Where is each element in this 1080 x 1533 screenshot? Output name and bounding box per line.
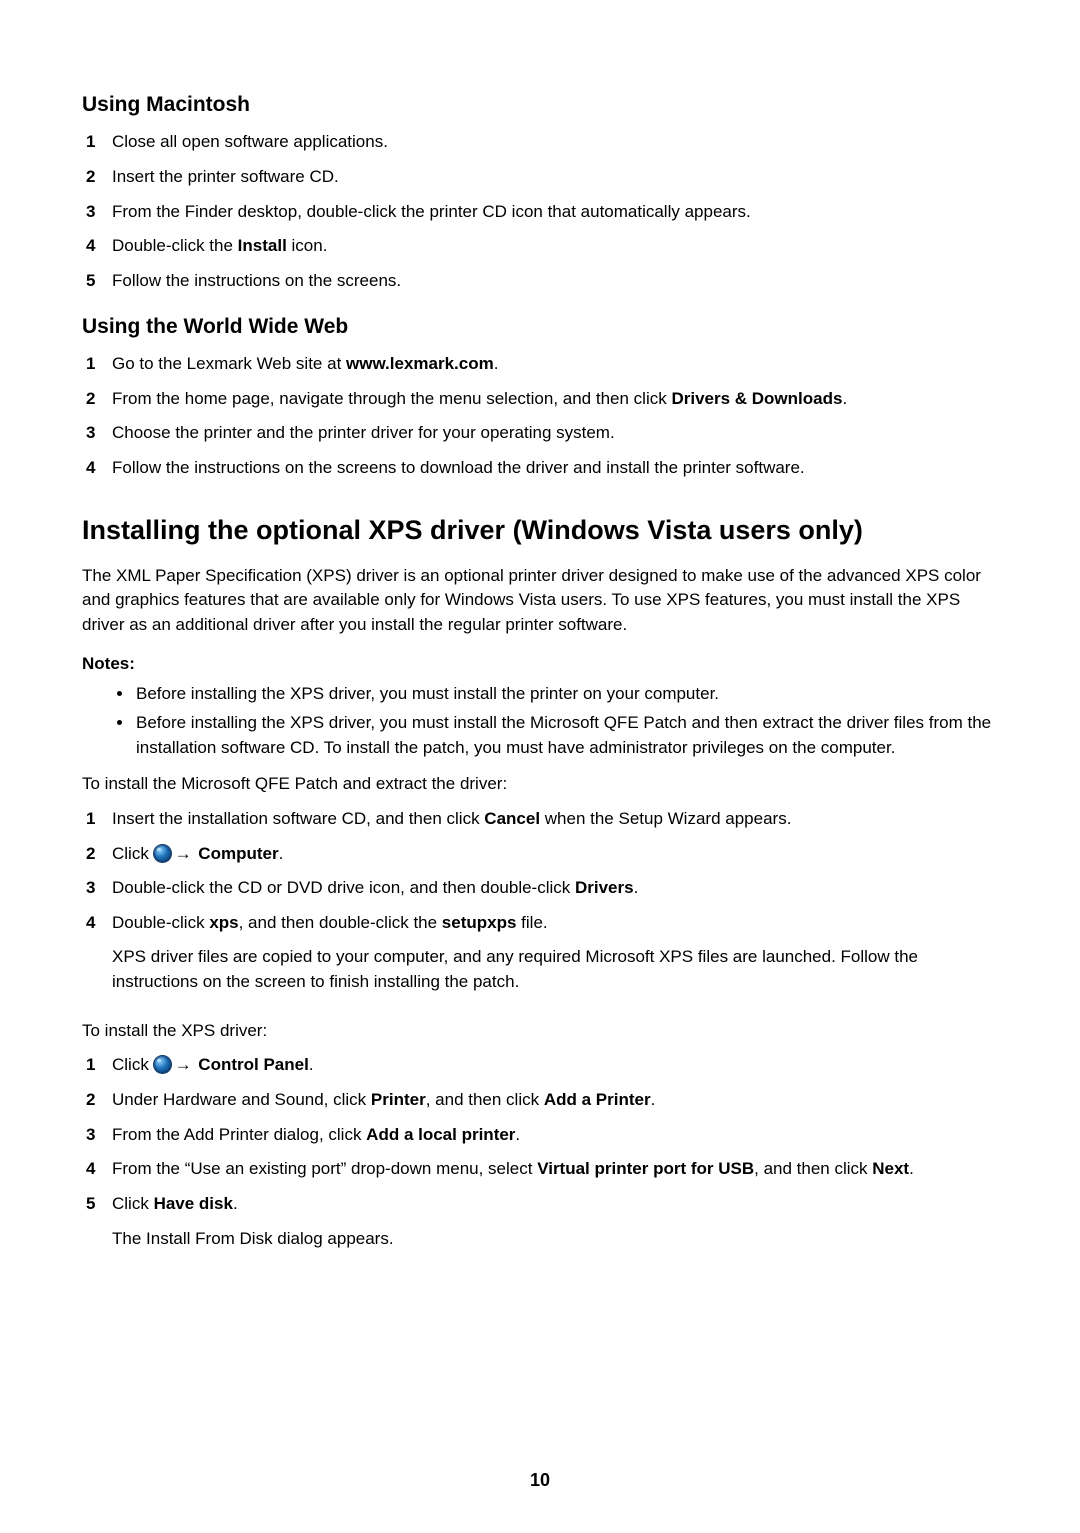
steps-qfe: 1 Insert the installation software CD, a… <box>82 807 998 1001</box>
note-item: Before installing the XPS driver, you mu… <box>134 682 998 707</box>
xps-intro: The XML Paper Specification (XPS) driver… <box>82 564 998 638</box>
step-number: 3 <box>82 200 112 225</box>
step-number: 5 <box>82 1192 112 1217</box>
steps-www: 1 Go to the Lexmark Web site at www.lexm… <box>82 352 998 481</box>
note-item: Before installing the XPS driver, you mu… <box>134 711 998 760</box>
step-number: 4 <box>82 911 112 936</box>
step-number: 2 <box>82 165 112 190</box>
step-text: Insert the printer software CD. <box>112 165 998 190</box>
step-text: From the Finder desktop, double-click th… <box>112 200 998 225</box>
step-text: From the home page, navigate through the… <box>112 387 998 412</box>
step-text: Close all open software applications. <box>112 130 998 155</box>
windows-start-icon <box>154 845 171 862</box>
arrow-icon: → <box>171 844 194 863</box>
step-text: Click Have disk. The Install From Disk d… <box>112 1192 998 1257</box>
step-number: 4 <box>82 456 112 481</box>
step-number: 1 <box>82 130 112 155</box>
step-text: Insert the installation software CD, and… <box>112 807 998 832</box>
step-text: Under Hardware and Sound, click Printer,… <box>112 1088 998 1113</box>
heading-using-www: Using the World Wide Web <box>82 312 998 342</box>
step-number: 1 <box>82 807 112 832</box>
heading-xps: Installing the optional XPS driver (Wind… <box>82 511 998 550</box>
step-text: Click → Computer. <box>112 842 998 867</box>
steps-macintosh: 1 Close all open software applications. … <box>82 130 998 293</box>
windows-start-icon <box>154 1056 171 1073</box>
step-number: 3 <box>82 876 112 901</box>
step-number: 5 <box>82 269 112 294</box>
notes-label: Notes: <box>82 652 998 677</box>
qfe-intro: To install the Microsoft QFE Patch and e… <box>82 772 998 797</box>
step-text: Follow the instructions on the screens t… <box>112 456 998 481</box>
step-number: 1 <box>82 352 112 377</box>
step-number: 2 <box>82 1088 112 1113</box>
arrow-icon: → <box>171 1055 194 1074</box>
step-text: From the “Use an existing port” drop-dow… <box>112 1157 998 1182</box>
step-number: 2 <box>82 387 112 412</box>
steps-driver: 1 Click → Control Panel. 2 Under Hardwar… <box>82 1053 998 1257</box>
step-text: Double-click the CD or DVD drive icon, a… <box>112 876 998 901</box>
driver-intro: To install the XPS driver: <box>82 1019 998 1044</box>
step-number: 2 <box>82 842 112 867</box>
step-text: From the Add Printer dialog, click Add a… <box>112 1123 998 1148</box>
step-text: Click → Control Panel. <box>112 1053 998 1078</box>
step-text: Follow the instructions on the screens. <box>112 269 998 294</box>
step-number: 3 <box>82 1123 112 1148</box>
step-number: 4 <box>82 1157 112 1182</box>
step-text: Double-click xps, and then double-click … <box>112 911 998 1001</box>
heading-using-macintosh: Using Macintosh <box>82 90 998 120</box>
step-text: Go to the Lexmark Web site at www.lexmar… <box>112 352 998 377</box>
step-text: Choose the printer and the printer drive… <box>112 421 998 446</box>
page-number: 10 <box>82 1467 998 1493</box>
step-number: 4 <box>82 234 112 259</box>
step-text: Double-click the Install icon. <box>112 234 998 259</box>
step-number: 3 <box>82 421 112 446</box>
notes-list: Before installing the XPS driver, you mu… <box>82 682 998 760</box>
step-number: 1 <box>82 1053 112 1078</box>
